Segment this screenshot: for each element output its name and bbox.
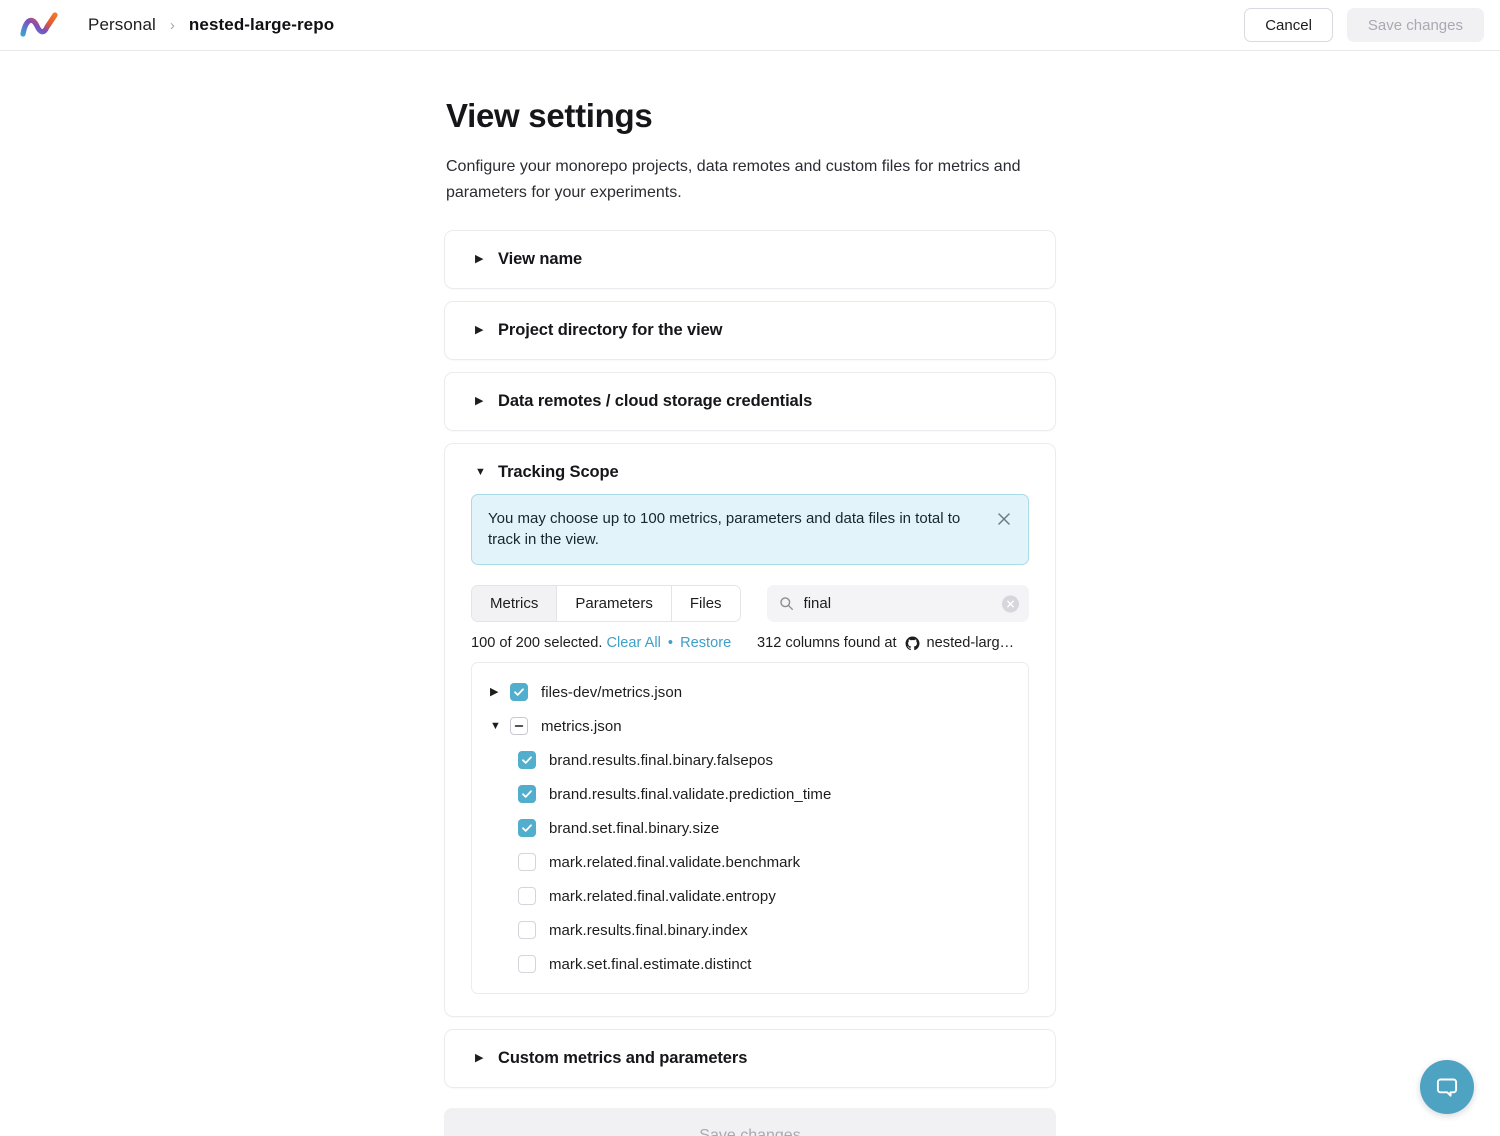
tree-item-label: mark.set.final.estimate.distinct [549,956,752,973]
tree-item-label: mark.related.final.validate.entropy [549,888,776,905]
iterative-wave-logo-icon [20,11,60,39]
section-tracking-scope-label: Tracking Scope [498,463,619,482]
chevron-down-icon: ▼ [475,467,485,478]
tree-row[interactable]: mark.related.final.validate.entropy [472,879,1028,913]
section-view-name-header[interactable]: ▶ View name [445,231,1055,288]
link-separator: • [668,635,673,651]
tree-row[interactable]: ▼ metrics.json [472,709,1028,743]
columns-found-text: 312 columns found at [757,635,897,651]
restore-link[interactable]: Restore [680,635,731,651]
chevron-right-icon[interactable]: ▶ [490,687,510,698]
section-data-remotes[interactable]: ▶ Data remotes / cloud storage credentia… [444,372,1056,431]
top-bar: Personal › nested-large-repo Cancel Save… [0,0,1500,51]
section-tracking-scope-header[interactable]: ▼ Tracking Scope [445,444,1055,494]
search-icon [779,596,794,611]
section-data-remotes-label: Data remotes / cloud storage credentials [498,392,812,411]
breadcrumb-separator-icon: › [170,17,175,34]
clear-all-link[interactable]: Clear All [607,635,661,651]
check-icon [521,822,533,834]
section-view-name[interactable]: ▶ View name [444,230,1056,289]
chevron-right-icon: ▶ [475,1053,485,1064]
tree-row[interactable]: brand.results.final.validate.prediction_… [472,777,1028,811]
tab-metrics[interactable]: Metrics [472,586,557,621]
tree-row[interactable]: ▶ files-dev/metrics.json [472,675,1028,709]
close-icon-glyph [997,512,1011,526]
checkbox-indeterminate[interactable] [510,717,528,735]
page-title: View settings [446,97,1056,135]
tree-item-label: files-dev/metrics.json [541,684,682,701]
tree-item-label: mark.related.final.validate.benchmark [549,854,800,871]
search-icon-glyph [779,596,794,611]
repo-name-text: nested-larg… [927,635,1015,651]
checkbox-checked[interactable] [518,785,536,803]
section-data-remotes-header[interactable]: ▶ Data remotes / cloud storage credentia… [445,373,1055,430]
tree-row[interactable]: brand.set.final.binary.size [472,811,1028,845]
tree-item-label: brand.results.final.binary.falsepos [549,752,773,769]
checkbox-unchecked[interactable] [518,853,536,871]
metrics-tree: ▶ files-dev/metrics.json ▼ [471,662,1029,994]
chat-bubble-icon [1434,1074,1460,1100]
tracking-scope-body: You may choose up to 100 metrics, parame… [445,494,1055,995]
check-icon [513,686,525,698]
selection-status: 100 of 200 selected. Clear All • Restore [471,635,757,651]
search-field[interactable] [767,585,1029,622]
section-view-name-label: View name [498,250,582,269]
tree-item-label: metrics.json [541,718,622,735]
top-bar-actions: Cancel Save changes [1244,8,1484,42]
selection-status-row: 100 of 200 selected. Clear All • Restore… [471,635,1029,651]
selected-count-text: 100 of 200 selected. [471,635,602,651]
tab-files[interactable]: Files [672,586,740,621]
tracking-scope-toolbar: Metrics Parameters Files [471,585,1029,622]
save-changes-button-top[interactable]: Save changes [1347,8,1484,42]
columns-found-status: 312 columns found at nested-larg… [757,635,1014,651]
chevron-down-icon[interactable]: ▼ [490,721,510,732]
breadcrumb-org[interactable]: Personal [88,15,156,35]
tree-row[interactable]: mark.related.final.validate.benchmark [472,845,1028,879]
checkbox-unchecked[interactable] [518,921,536,939]
section-custom-metrics-header[interactable]: ▶ Custom metrics and parameters [445,1030,1055,1087]
checkbox-unchecked[interactable] [518,887,536,905]
chevron-right-icon: ▶ [475,325,485,336]
page-description: Configure your monorepo projects, data r… [446,154,1031,206]
checkbox-unchecked[interactable] [518,955,536,973]
chevron-right-icon: ▶ [475,254,485,265]
dash-icon [513,720,525,732]
cancel-button[interactable]: Cancel [1244,8,1333,42]
checkbox-checked[interactable] [518,751,536,769]
chat-widget-button[interactable] [1420,1060,1474,1114]
clear-search-icon-glyph [1006,599,1015,608]
tab-parameters[interactable]: Parameters [557,586,672,621]
section-project-directory-header[interactable]: ▶ Project directory for the view [445,302,1055,359]
tree-row[interactable]: mark.results.final.binary.index [472,913,1028,947]
chevron-right-icon: ▶ [475,396,485,407]
checkbox-checked[interactable] [510,683,528,701]
section-project-directory-label: Project directory for the view [498,321,722,340]
checkbox-checked[interactable] [518,819,536,837]
github-icon [905,636,920,651]
check-icon [521,754,533,766]
type-tabs: Metrics Parameters Files [471,585,741,622]
clear-search-icon[interactable] [1002,595,1019,612]
info-banner-text: You may choose up to 100 metrics, parame… [488,508,994,551]
check-icon [521,788,533,800]
search-input[interactable] [804,595,995,612]
close-icon[interactable] [994,509,1014,529]
app-logo[interactable] [18,10,62,40]
github-icon-glyph [905,636,920,651]
tree-item-label: brand.set.final.binary.size [549,820,719,837]
tree-item-label: brand.results.final.validate.prediction_… [549,786,831,803]
settings-container: View settings Configure your monorepo pr… [444,97,1056,1136]
tree-item-label: mark.results.final.binary.index [549,922,748,939]
page-content: View settings Configure your monorepo pr… [0,51,1500,1136]
save-changes-button-bottom[interactable]: Save changes [444,1108,1056,1136]
tree-row[interactable]: brand.results.final.binary.falsepos [472,743,1028,777]
breadcrumb: Personal › nested-large-repo [88,15,334,35]
section-tracking-scope: ▼ Tracking Scope You may choose up to 10… [444,443,1056,1018]
section-custom-metrics[interactable]: ▶ Custom metrics and parameters [444,1029,1056,1088]
breadcrumb-repo[interactable]: nested-large-repo [189,15,334,35]
info-banner: You may choose up to 100 metrics, parame… [471,494,1029,566]
section-custom-metrics-label: Custom metrics and parameters [498,1049,747,1068]
tree-row[interactable]: mark.set.final.estimate.distinct [472,947,1028,981]
section-project-directory[interactable]: ▶ Project directory for the view [444,301,1056,360]
